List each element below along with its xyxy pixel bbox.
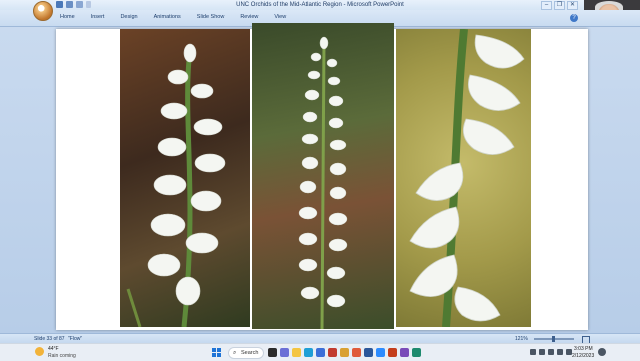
- weather-description[interactable]: Rain coming: [48, 353, 76, 359]
- task-view-icon[interactable]: [268, 348, 277, 357]
- wifi-icon[interactable]: [548, 349, 554, 355]
- zoom-slider-thumb[interactable]: [552, 336, 555, 342]
- orchid-photo-right[interactable]: [396, 29, 531, 327]
- app-icon[interactable]: [400, 348, 409, 357]
- system-tray: [530, 349, 572, 355]
- chrome-icon[interactable]: [352, 348, 361, 357]
- store-icon[interactable]: [316, 348, 325, 357]
- app-icon-2[interactable]: [412, 348, 421, 357]
- orchid-middle-drawing: [298, 36, 348, 329]
- office-button[interactable]: [33, 1, 53, 21]
- chat-icon[interactable]: [280, 348, 289, 357]
- search-icon: ⌕: [233, 350, 237, 356]
- maximize-button[interactable]: ❐: [554, 1, 565, 10]
- file-explorer-icon[interactable]: [292, 348, 301, 357]
- mail-icon[interactable]: [328, 348, 337, 357]
- slide-editing-area: [0, 23, 640, 333]
- help-button[interactable]: ?: [570, 14, 578, 22]
- close-button[interactable]: ✕: [567, 1, 578, 10]
- tab-insert[interactable]: Insert: [89, 13, 107, 22]
- zoom-icon[interactable]: [376, 348, 385, 357]
- edge-icon[interactable]: [304, 348, 313, 357]
- photos-icon[interactable]: [340, 348, 349, 357]
- orchid-left-drawing: [126, 43, 226, 327]
- start-button[interactable]: [212, 348, 221, 357]
- powerpoint-icon[interactable]: [388, 348, 397, 357]
- minimize-button[interactable]: –: [541, 1, 552, 10]
- tab-design[interactable]: Design: [118, 13, 139, 22]
- ribbon-tabs: Home Insert Design Animations Slide Show…: [58, 13, 288, 22]
- tab-animations[interactable]: Animations: [152, 13, 183, 22]
- clock-date[interactable]: 2/12/2023: [572, 353, 594, 359]
- slide[interactable]: [56, 23, 588, 330]
- word-icon[interactable]: [364, 348, 373, 357]
- taskbar-apps: [268, 348, 421, 357]
- orchid-photo-left[interactable]: [120, 29, 250, 327]
- notification-icon[interactable]: [598, 348, 606, 356]
- orchid-photo-middle[interactable]: [252, 23, 394, 329]
- tab-slide-show[interactable]: Slide Show: [195, 13, 227, 22]
- taskbar: 44°F Rain coming ⌕ Search 3:03 PM 2/12/2…: [0, 343, 640, 361]
- search-label: Search: [241, 350, 259, 356]
- tab-home[interactable]: Home: [58, 13, 77, 22]
- volume-icon[interactable]: [557, 349, 563, 355]
- taskbar-search[interactable]: ⌕ Search: [228, 347, 264, 359]
- window-controls: – ❐ ✕: [541, 1, 578, 10]
- weather-temperature[interactable]: 44°F: [48, 346, 59, 352]
- weather-icon[interactable]: [35, 347, 44, 356]
- chevron-up-icon[interactable]: [530, 349, 536, 355]
- tab-review[interactable]: Review: [238, 13, 260, 22]
- title-bar: UNC Orchids of the Mid-Atlantic Region -…: [0, 0, 640, 21]
- tab-view[interactable]: View: [272, 13, 288, 22]
- orchid-right-drawing: [409, 29, 525, 327]
- clock-time[interactable]: 3:03 PM: [574, 346, 593, 352]
- cloud-icon[interactable]: [539, 349, 545, 355]
